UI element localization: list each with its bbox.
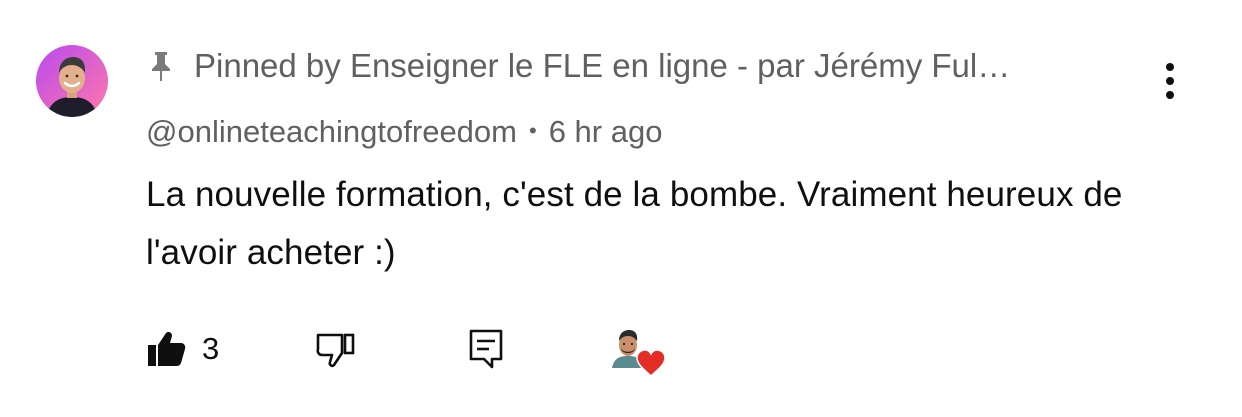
pinned-comment: Pinned by Enseigner le FLE en ligne - pa… <box>0 0 1242 417</box>
reply-comment-icon <box>469 329 503 369</box>
comment-text: La nouvelle formation, c'est de la bombe… <box>146 175 1123 272</box>
heart-icon <box>636 349 666 378</box>
more-vertical-icon <box>1166 63 1174 99</box>
comment-timestamp[interactable]: 6 hr ago <box>549 114 663 150</box>
reply-button[interactable] <box>468 328 504 370</box>
like-count: 3 <box>202 331 220 366</box>
like-button[interactable]: 3 <box>146 330 219 368</box>
dislike-button[interactable] <box>316 330 356 368</box>
comment-action-bar: 3 <box>146 322 686 378</box>
author-avatar[interactable] <box>36 45 108 117</box>
thumbs-up-filled-icon <box>148 332 186 366</box>
pin-icon <box>148 48 178 84</box>
meta-separator: • <box>529 118 537 143</box>
more-actions-button[interactable] <box>1150 58 1190 104</box>
creator-heart <box>608 324 670 378</box>
author-handle[interactable]: @onlineteachingtofreedom <box>146 114 517 150</box>
thumbs-down-outline-icon <box>316 333 355 368</box>
pinned-by-row: Pinned by Enseigner le FLE en ligne - pa… <box>148 46 1010 86</box>
comment-meta: @onlineteachingtofreedom • 6 hr ago <box>146 112 662 152</box>
pinned-label: Pinned by Enseigner le FLE en ligne - pa… <box>194 47 1011 84</box>
